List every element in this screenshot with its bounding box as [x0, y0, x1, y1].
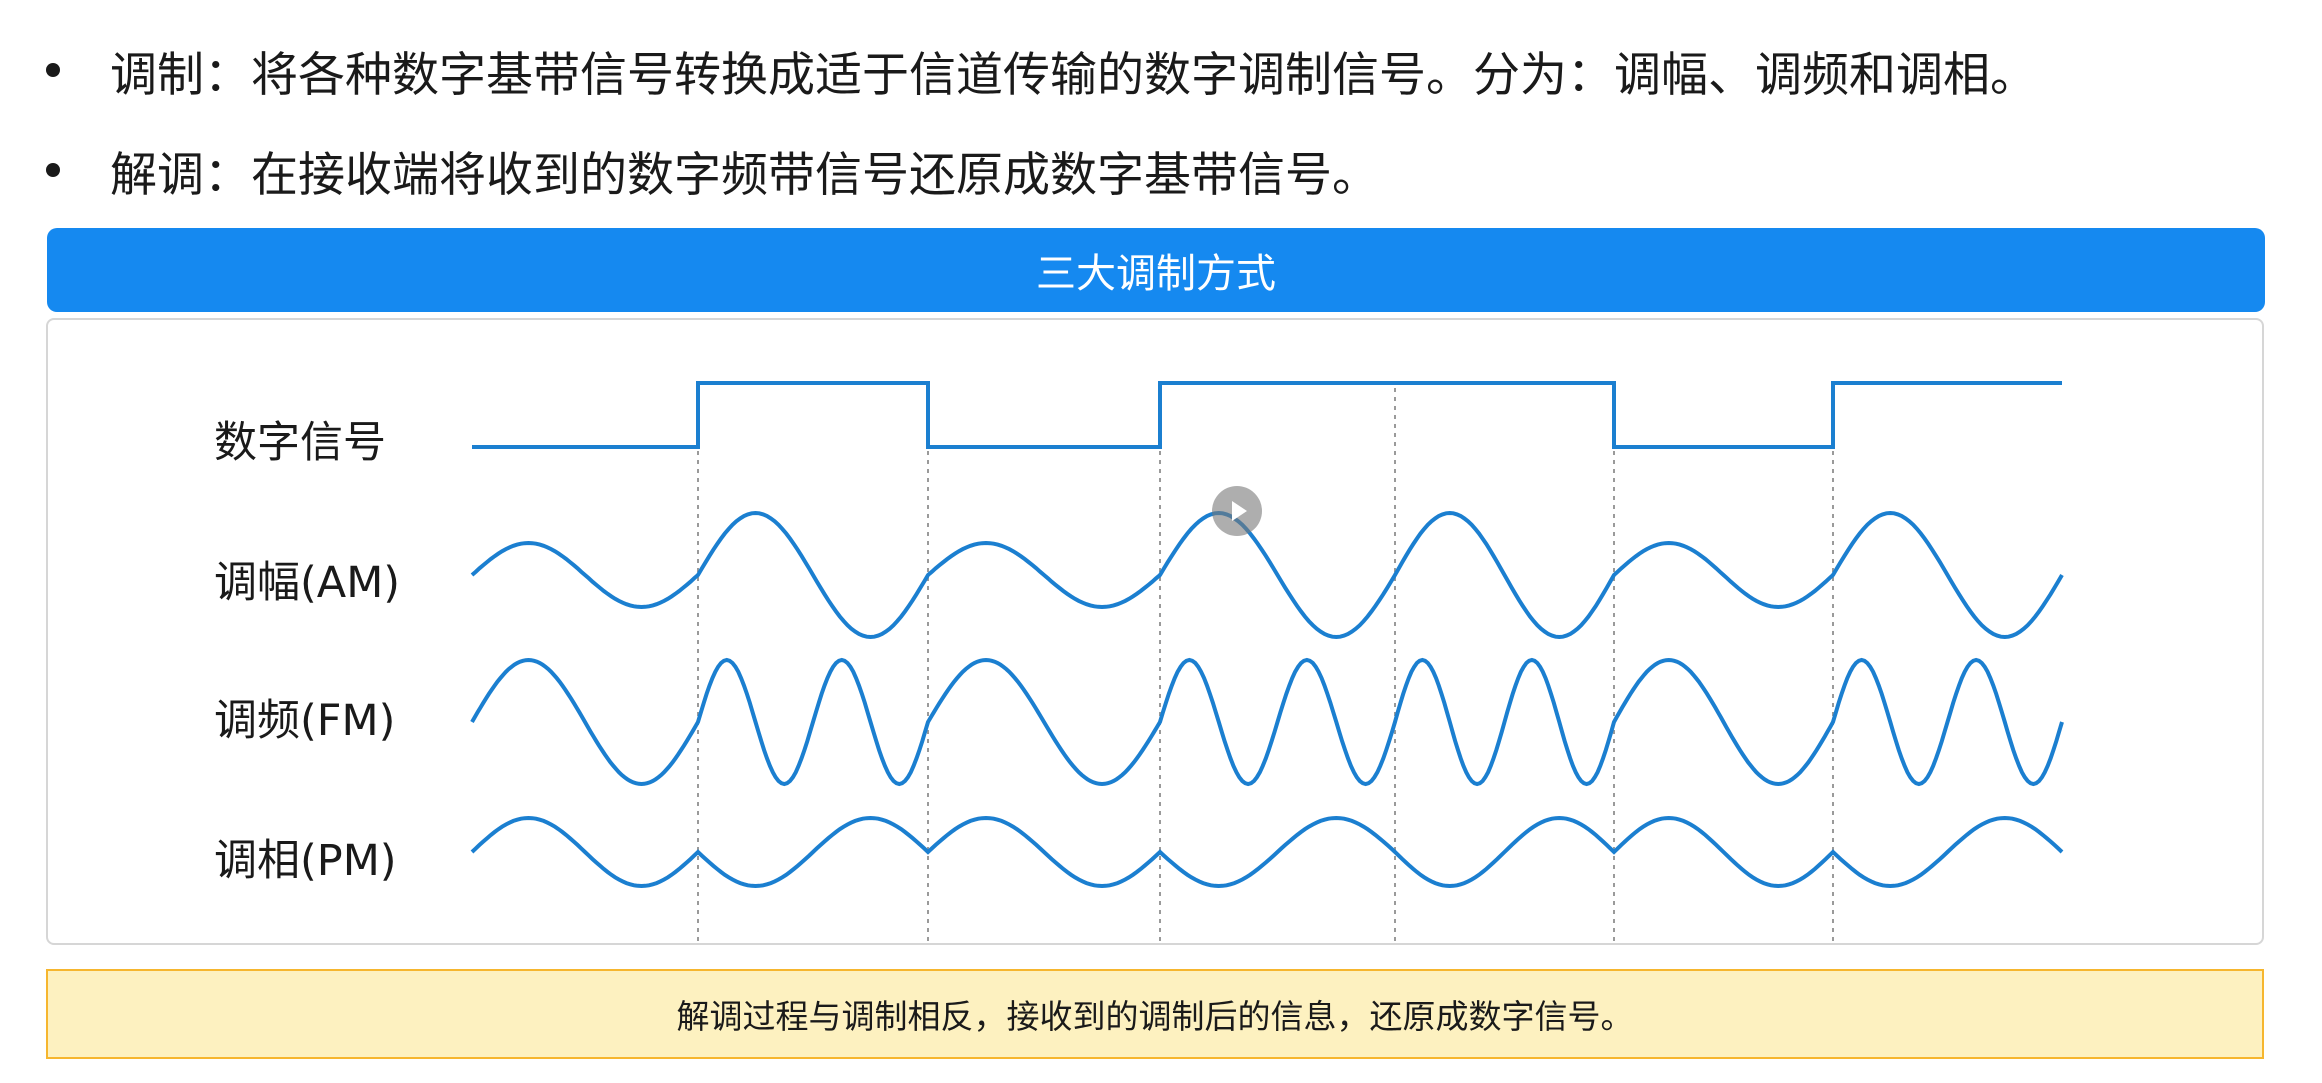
- fm-wave: [470, 657, 2064, 787]
- demodulation-note: 解调过程与调制相反，接收到的调制后的信息，还原成数字信号。: [46, 969, 2264, 1059]
- digital-signal-wave: [472, 381, 2062, 449]
- am-wave: [470, 510, 2064, 640]
- label-fm: 调频(FM): [214, 696, 396, 746]
- note-text: 解调过程与调制相反，接收到的调制后的信息，还原成数字信号。: [676, 997, 1634, 1036]
- waveform-canvas: [470, 381, 2064, 945]
- label-pm: 调相(PM): [214, 836, 397, 886]
- pm-wave: [470, 815, 2064, 889]
- label-am: 调幅(AM): [214, 558, 401, 608]
- label-digital-signal: 数字信号: [214, 418, 386, 468]
- play-icon[interactable]: [1212, 486, 1262, 536]
